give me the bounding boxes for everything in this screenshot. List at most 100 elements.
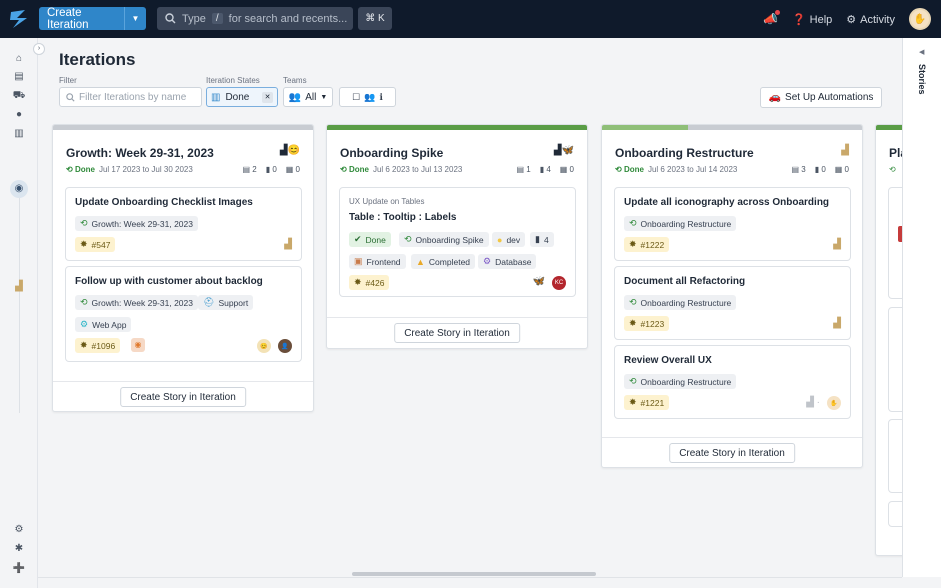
teams-select[interactable]: 👥 All ▼ <box>283 87 333 107</box>
nav-divider <box>19 198 20 413</box>
help-link[interactable]: ❓ Help <box>792 13 832 26</box>
story-title[interactable]: Follow up with customer about backlog <box>75 276 263 287</box>
story-id-pill[interactable]: ✸ #1223 <box>624 316 670 331</box>
location-icon[interactable]: ● <box>12 108 26 122</box>
iteration-progress-icon: ▟ <box>833 239 841 250</box>
iteration-icon: ⟲ <box>80 297 88 307</box>
iteration-icon: ▟ <box>841 145 849 156</box>
activity-label: Activity <box>860 13 895 26</box>
create-story-button[interactable]: Create Story in Iteration <box>120 387 246 407</box>
column-footer <box>602 437 862 438</box>
search-input[interactable]: Type / for search and recents... <box>157 7 353 30</box>
shortcut-button[interactable]: ⌘ K <box>358 7 392 30</box>
story-title[interactable]: Update Onboarding Checklist Images <box>75 197 253 208</box>
create-story-button[interactable]: Create Story in Iteration <box>394 323 520 343</box>
label-pill[interactable]: ⚙ Database <box>478 254 537 269</box>
story-card[interactable]: Review Overall UX ⟲ Onboarding Restructur… <box>614 345 851 419</box>
announcement-icon[interactable]: 📣 <box>763 10 780 26</box>
activity-link[interactable]: ⚙ Activity <box>846 13 895 26</box>
team-filter-options[interactable]: ☐ 👥 ℹ <box>339 87 396 107</box>
iteration-nav-icon[interactable]: ▟ <box>12 280 26 294</box>
stories-icon[interactable]: ▤ <box>12 70 26 84</box>
chevron-down-icon: ▼ <box>320 93 328 101</box>
expand-nav-icon[interactable]: › <box>33 43 45 55</box>
iterations-nav-icon[interactable]: ◉ <box>10 180 28 198</box>
avatar[interactable]: ✋ <box>827 396 841 410</box>
stat-points: ▮ 0 <box>814 165 826 174</box>
iteration-dates: ⟲ Done Jul 6 2023 to Jul 13 2023 <box>340 165 463 174</box>
iteration-pill[interactable]: ⟲ Growth: Week 29-31, 2023 <box>75 216 198 231</box>
iteration-pill[interactable]: ⟲ Onboarding Spike <box>399 232 489 247</box>
team-icon: 👥 <box>288 91 302 103</box>
label-pill[interactable]: ⛑ Support <box>198 295 254 310</box>
epic-name[interactable]: UX Update on Tables <box>349 197 424 206</box>
avatar[interactable]: 👤 <box>278 339 292 353</box>
story-card[interactable]: Update Onboarding Checklist Images ⟲ Grow… <box>65 187 302 261</box>
workflow-state-pill[interactable]: ✔ Done <box>349 232 391 247</box>
label-pill[interactable]: ▲ Completed <box>411 254 476 269</box>
create-iteration-button[interactable]: Create Iteration ▼ <box>39 7 146 31</box>
avatar[interactable]: 😊 <box>257 339 271 353</box>
automations-label: Set Up Automations <box>785 92 874 103</box>
iteration-states-select[interactable]: ▥ Done ✕ <box>206 87 278 107</box>
story-title[interactable]: Review Overall UX <box>624 355 712 366</box>
top-bar: Create Iteration ▼ Type / for search and… <box>0 0 941 38</box>
iteration-status-bar <box>602 125 862 130</box>
user-avatar[interactable]: ✋ <box>909 8 931 30</box>
stories-panel[interactable]: ◀ Stories <box>902 38 941 577</box>
chevron-down-icon[interactable]: ▼ <box>124 7 146 30</box>
collapse-arrow-icon[interactable]: ◀ <box>919 48 924 56</box>
filter-input[interactable]: Filter Iterations by name <box>59 87 202 107</box>
label-pill[interactable]: ▣ Frontend <box>349 254 406 269</box>
estimate-pill[interactable]: ▮ 4 <box>530 232 554 247</box>
iteration-pill[interactable]: ⟲ Growth: Week 29-31, 2023 <box>75 295 198 310</box>
checkbox-icon[interactable]: ☐ <box>352 92 360 103</box>
integrations-icon[interactable]: ✱ <box>12 542 26 556</box>
reports-icon[interactable]: ▥ <box>12 127 26 141</box>
story-id-pill[interactable]: ✸ #1096 <box>75 338 121 353</box>
app-logo-icon[interactable] <box>8 8 30 30</box>
story-title[interactable]: Update all iconography across Onboarding <box>624 197 829 208</box>
label-pill[interactable]: ⚙ Web App <box>75 317 132 332</box>
iteration-pill[interactable]: ⟲ Onboarding Restructure <box>624 374 737 389</box>
feature-icon: ✸ <box>629 397 637 407</box>
clear-icon[interactable]: ✕ <box>262 91 273 103</box>
story-id-pill[interactable]: ✸ #1222 <box>624 237 670 252</box>
stat-stories: ▤ 1 <box>516 165 531 174</box>
set-up-automations-button[interactable]: 🚗 Set Up Automations <box>760 87 882 108</box>
stat-docs: ▦ 0 <box>559 165 574 174</box>
home-icon[interactable]: ⌂ <box>12 52 26 66</box>
create-story-button[interactable]: Create Story in Iteration <box>669 443 795 463</box>
iteration-column: Growth: Week 29-31, 2023 ▟😊 ⟲ Done Jul 17… <box>52 124 314 412</box>
binoculars-icon[interactable]: ⛟ <box>12 89 26 103</box>
iteration-column: Onboarding Spike ▟🦋 ⟲ Done Jul 6 2023 to … <box>326 124 588 349</box>
stat-docs: ▦ 0 <box>834 165 849 174</box>
story-card[interactable]: UX Update on Tables Table : Tooltip : La… <box>339 187 576 297</box>
iteration-pill[interactable]: ⟲ Onboarding Restructure <box>624 216 737 231</box>
story-title[interactable]: Document all Refactoring <box>624 276 745 287</box>
iteration-title[interactable]: Onboarding Spike <box>340 146 443 160</box>
label-pill[interactable]: ● dev <box>492 232 526 247</box>
stat-stories: ▤ 3 <box>791 165 806 174</box>
priority-icon: ◉ <box>131 338 145 352</box>
story-card[interactable]: Follow up with customer about backlog ⟲ G… <box>65 266 302 362</box>
story-card[interactable]: Update all iconography across Onboarding… <box>614 187 851 261</box>
settings-icon[interactable]: ⚙ <box>12 523 26 537</box>
invite-user-icon[interactable]: ➕ <box>12 562 26 576</box>
iteration-title[interactable]: Onboarding Restructure <box>615 146 754 160</box>
stories-tab[interactable]: Stories <box>917 64 927 95</box>
story-id-pill[interactable]: ✸ #426 <box>349 275 390 290</box>
story-id-pill[interactable]: ✸ #547 <box>75 237 116 252</box>
gear-icon: ⚙ <box>80 319 89 329</box>
horizontal-scrollbar[interactable] <box>352 572 596 576</box>
iteration-title[interactable]: Growth: Week 29-31, 2023 <box>66 146 214 160</box>
story-title[interactable]: Table : Tooltip : Labels <box>349 212 456 223</box>
story-card[interactable]: Document all Refactoring ⟲ Onboarding Res… <box>614 266 851 340</box>
owner-avatar[interactable]: KC <box>552 276 566 290</box>
iteration-stats: ▤ 2 ▮ 0 ▦ 0 <box>242 165 300 174</box>
iteration-progress-icon: ▟ <box>284 239 292 250</box>
search-icon <box>165 13 176 24</box>
story-id-pill[interactable]: ✸ #1221 <box>624 395 670 410</box>
iteration-icon: ▟🦋 <box>553 145 574 156</box>
iteration-pill[interactable]: ⟲ Onboarding Restructure <box>624 295 737 310</box>
